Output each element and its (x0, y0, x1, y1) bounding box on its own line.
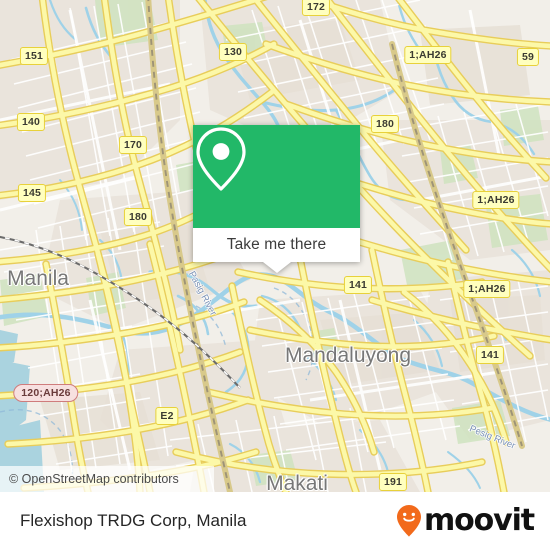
route-shield: E2 (155, 407, 179, 425)
route-shield: 140 (16, 113, 46, 131)
place-label: Manila (7, 267, 69, 290)
take-me-there-button[interactable]: Take me there (193, 228, 360, 262)
place-title: Flexishop TRDG Corp, Manila (20, 511, 247, 530)
map-pin-icon (196, 127, 246, 191)
place-label: Makati (266, 472, 328, 492)
attribution-text: © OpenStreetMap contributors (9, 472, 179, 486)
route-shield: 1;AH26 (472, 191, 520, 209)
route-shield: 172 (301, 0, 331, 16)
moovit-smiley-pin-icon (396, 505, 421, 537)
route-shield: 180 (370, 115, 400, 133)
route-shield: 145 (17, 184, 47, 202)
route-shield: 1;AH26 (404, 46, 452, 64)
route-shield-motorway: 120;AH26 (13, 384, 79, 402)
route-shield: 59 (516, 48, 540, 66)
map-canvas[interactable]: Manila Mandaluyong Makati Pasig River Pe… (0, 0, 550, 492)
route-shield: 130 (218, 43, 248, 61)
popup-tail (262, 262, 291, 273)
route-shield: 191 (378, 473, 408, 491)
popup-image-area (193, 125, 360, 228)
moovit-place-map-card: Manila Mandaluyong Makati Pasig River Pe… (0, 0, 550, 550)
footer-bar: Flexishop TRDG Corp, Manila moovit (0, 492, 550, 550)
moovit-logo[interactable]: moovit (396, 503, 535, 538)
route-shield: 141 (475, 346, 505, 364)
route-shield: 1;AH26 (463, 280, 511, 298)
route-shield: 141 (343, 276, 373, 294)
place-popup[interactable]: Take me there (193, 125, 360, 273)
route-shield: 151 (19, 47, 49, 65)
moovit-wordmark: moovit (423, 503, 535, 538)
take-me-there-label: Take me there (226, 236, 327, 253)
place-label: Mandaluyong (284, 344, 412, 367)
route-shield: 180 (123, 208, 153, 226)
map-attribution[interactable]: © OpenStreetMap contributors (0, 466, 214, 492)
route-shield: 170 (118, 136, 148, 154)
